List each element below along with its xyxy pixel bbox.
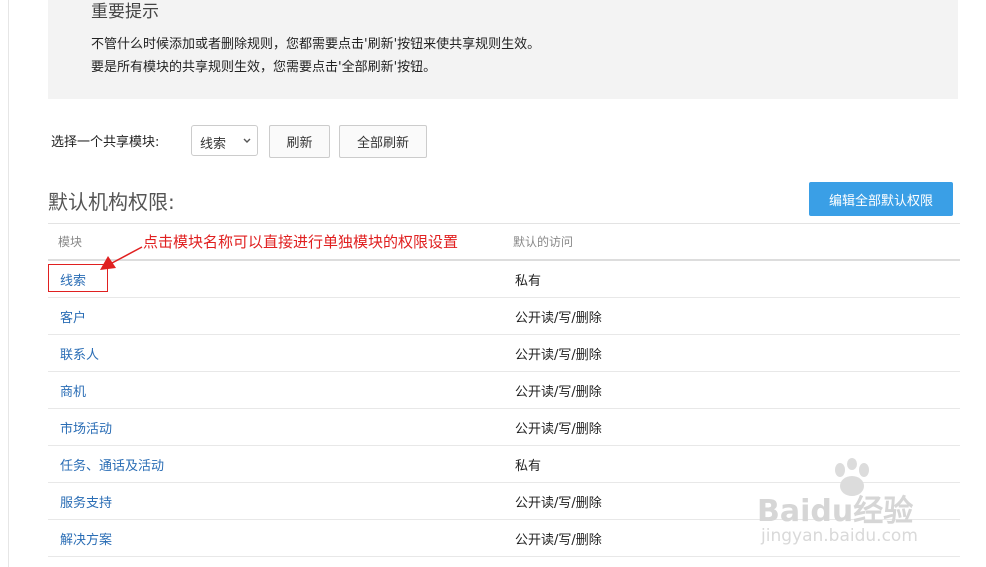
watermark-text: Baidu经验	[757, 494, 914, 529]
access-value: 公开读/写/删除	[515, 422, 602, 437]
table-row: 客户 公开读/写/删除	[48, 298, 960, 335]
module-link[interactable]: 市场活动	[60, 418, 112, 437]
refresh-all-button[interactable]: 全部刷新	[339, 125, 427, 158]
access-value: 公开读/写/删除	[515, 348, 602, 363]
access-value: 公开读/写/删除	[515, 496, 602, 511]
notice-title: 重要提示	[91, 2, 159, 22]
module-select-label: 选择一个共享模块:	[51, 135, 160, 150]
section-title: 默认机构权限:	[48, 190, 175, 214]
notice-text-line: 不管什么时候添加或者删除规则，您都需要点击'刷新'按钮来使共享规则生效。	[91, 37, 541, 52]
module-link[interactable]: 解决方案	[60, 529, 112, 548]
module-link[interactable]: 任务、通话及活动	[60, 455, 164, 474]
column-header-module: 模块	[58, 235, 83, 249]
access-value: 公开读/写/删除	[515, 311, 602, 326]
annotation-arrow-icon	[100, 246, 143, 270]
access-value: 公开读/写/删除	[515, 385, 602, 400]
notice-panel: 重要提示 不管什么时候添加或者删除规则，您都需要点击'刷新'按钮来使共享规则生效…	[48, 0, 958, 99]
watermark-url: jingyan.baidu.com	[761, 526, 918, 546]
column-header-access: 默认的访问	[513, 235, 574, 249]
module-link[interactable]: 商机	[60, 381, 86, 400]
left-border	[8, 0, 9, 567]
access-value: 公开读/写/删除	[515, 533, 602, 548]
table-row: 线索 私有	[48, 261, 960, 298]
module-select[interactable]: 线索	[191, 125, 258, 156]
access-value: 私有	[515, 459, 542, 474]
table-row: 商机 公开读/写/删除	[48, 372, 960, 409]
table-row: 市场活动 公开读/写/删除	[48, 409, 960, 446]
table-row: 联系人 公开读/写/删除	[48, 335, 960, 372]
module-link[interactable]: 服务支持	[60, 492, 112, 511]
refresh-button[interactable]: 刷新	[269, 125, 330, 158]
access-value: 私有	[515, 274, 542, 289]
module-select-value: 线索	[200, 137, 227, 152]
module-link[interactable]: 客户	[60, 307, 86, 326]
chevron-down-icon	[243, 138, 251, 143]
divider	[48, 223, 960, 224]
edit-all-default-permissions-button[interactable]: 编辑全部默认权限	[809, 182, 953, 216]
module-link[interactable]: 联系人	[60, 344, 99, 363]
annotation-text: 点击模块名称可以直接进行单独模块的权限设置	[143, 233, 459, 251]
notice-text-line: 要是所有模块的共享规则生效，您需要点击'全部刷新'按钮。	[91, 60, 437, 75]
baidu-watermark: Baidu经验 jingyan.baidu.com	[757, 458, 957, 558]
